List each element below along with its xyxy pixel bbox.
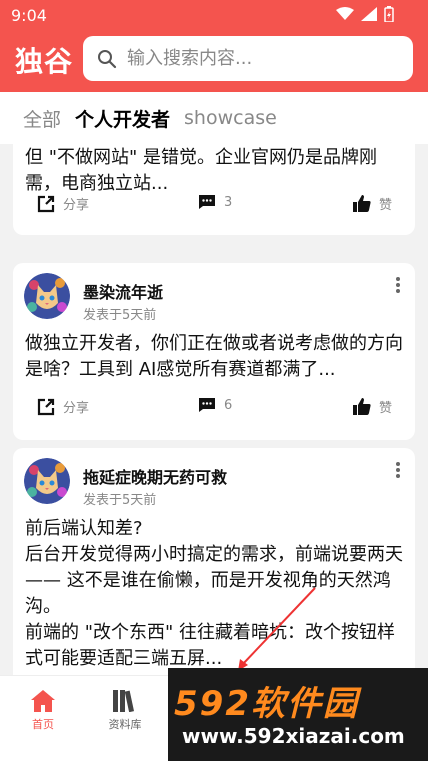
- comment-count: 6: [224, 397, 233, 413]
- tab-showcase[interactable]: showcase: [184, 107, 277, 129]
- share-label: 分享: [63, 401, 90, 416]
- share-label: 分享: [63, 198, 90, 213]
- nav-home-label: 首页: [32, 718, 54, 731]
- post-text: 前后端认知差? 后台开发觉得两小时搞定的需求，前端说要两天 —— 这不是谁在偷懒…: [25, 516, 403, 672]
- share-button[interactable]: 分享: [37, 194, 89, 213]
- watermark-arrow: [238, 587, 316, 671]
- post-text-line: 前后端认知差?: [25, 518, 143, 539]
- post-card[interactable]: 但 "不做网站" 是错觉。企业官网仍是品牌刚需，电商独立站... 分享 3 赞: [13, 144, 415, 235]
- post-actions: 分享 3 赞: [13, 194, 415, 218]
- post-text: 但 "不做网站" 是错觉。企业官网仍是品牌刚需，电商独立站...: [25, 147, 378, 194]
- post-actions: 分享 6 赞: [13, 397, 415, 421]
- post-feed[interactable]: 但 "不做网站" 是错觉。企业官网仍是品牌刚需，电商独立站... 分享 3 赞: [0, 144, 428, 675]
- share-icon: [37, 195, 55, 212]
- cat-avatar-icon: [24, 458, 70, 504]
- battery-icon: [384, 6, 394, 22]
- post-card[interactable]: 墨染流年逝 发表于5天前 做独立开发者，你们正在做或者说考虑做的方向是啥？工具到…: [13, 263, 415, 440]
- search-input[interactable]: [127, 48, 397, 69]
- nav-library-label: 资料库: [108, 718, 142, 731]
- tab-all[interactable]: 全部: [23, 105, 61, 132]
- nav-home[interactable]: 首页: [13, 690, 73, 732]
- app-brand: 独谷: [15, 45, 74, 78]
- post-text: 做独立开发者，你们正在做或者说考虑做的方向是啥？工具到 AI感觉所有赛道都满了.…: [25, 333, 403, 380]
- comment-icon: [199, 195, 215, 209]
- more-vertical-icon: [396, 277, 400, 293]
- post-time: 发表于5天前: [83, 493, 157, 508]
- more-vertical-icon: [396, 462, 400, 478]
- comment-icon: [199, 398, 215, 412]
- watermark-url: www.592xiazai.com: [182, 724, 405, 748]
- post-text-line: 后台开发觉得两小时搞定的需求，前端说要两天 —— 这不是谁在偷懒，而是开发视角的…: [25, 544, 403, 617]
- cat-avatar-icon: [24, 273, 70, 319]
- more-options-button[interactable]: [395, 276, 401, 298]
- search-icon: [98, 49, 117, 68]
- avatar[interactable]: [24, 273, 70, 319]
- like-label: 赞: [379, 401, 393, 416]
- more-options-button[interactable]: [395, 461, 401, 483]
- search-box[interactable]: [83, 36, 413, 81]
- post-card[interactable]: 拖延症晚期无药可救 发表于5天前 前后端认知差? 后台开发觉得两小时搞定的需求，…: [13, 448, 415, 675]
- like-button[interactable]: 赞: [353, 194, 392, 213]
- nav-library[interactable]: 资料库: [95, 690, 155, 732]
- category-tabs: 全部 个人开发者 showcase: [0, 92, 428, 144]
- home-icon: [31, 690, 55, 712]
- share-icon: [37, 398, 55, 415]
- share-button[interactable]: 分享: [37, 397, 89, 416]
- comment-button[interactable]: 3: [198, 194, 232, 210]
- comment-button[interactable]: 6: [198, 397, 232, 413]
- avatar[interactable]: [24, 458, 70, 504]
- status-time: 9:04: [11, 6, 47, 25]
- signal-icon: [361, 7, 377, 21]
- watermark-banner: 592软件园 www.592xiazai.com: [168, 668, 428, 761]
- watermark-brand: 592软件园: [174, 684, 359, 724]
- author-name[interactable]: 拖延症晚期无药可救: [83, 464, 227, 488]
- tab-indie-developer[interactable]: 个人开发者: [75, 105, 170, 132]
- status-bar: 9:04: [0, 0, 428, 30]
- like-label: 赞: [379, 198, 393, 213]
- wifi-icon: [336, 7, 354, 20]
- thumbs-up-icon: [353, 398, 371, 415]
- library-icon: [113, 690, 135, 712]
- thumbs-up-icon: [353, 195, 371, 212]
- comment-count: 3: [224, 194, 233, 210]
- status-icons: [336, 6, 394, 22]
- post-time: 发表于5天前: [83, 308, 157, 323]
- like-button[interactable]: 赞: [353, 397, 392, 416]
- post-text-line: 前端的 "改个东西" 往往藏着暗坑：改个按钮样式可能要适配三端五屏...: [25, 622, 395, 669]
- author-name[interactable]: 墨染流年逝: [83, 279, 163, 303]
